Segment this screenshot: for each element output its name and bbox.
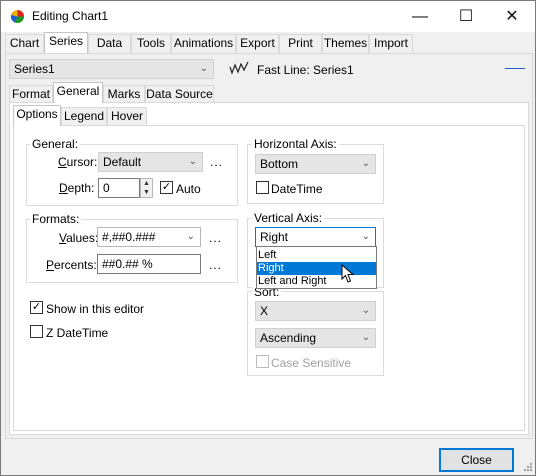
chevron-down-icon: ⌄ [361,305,370,316]
close-window-button[interactable]: ✕ [489,1,535,32]
values-label: Values: [59,231,99,245]
sort-order-value: Ascending [260,331,317,345]
sort-field-select[interactable]: X ⌄ [255,301,376,321]
mouse-pointer-icon [341,264,355,283]
vertical-axis-option-right[interactable]: Right [257,262,376,275]
case-sensitive-label: Case Sensitive [271,356,352,370]
title-bar: Editing Chart1 — ☐ ✕ [1,1,535,32]
spin-up-icon[interactable]: ▲ [141,179,152,188]
horizontal-datetime-label: DateTime [271,182,323,196]
show-in-editor-label: Show in this editor [46,302,145,316]
cursor-value: Default [103,155,142,169]
auto-label: Auto [176,182,201,196]
percents-ellipsis-button[interactable]: ... [209,258,222,272]
series-select-value: Series1 [14,62,55,76]
horizontal-axis-select[interactable]: Bottom ⌄ [255,154,376,174]
maximize-button[interactable]: ☐ [443,1,489,32]
cursor-select[interactable]: Default ⌄ [98,152,203,172]
close-button[interactable]: Close [439,448,514,472]
series-select[interactable]: Series1 ⌄ [9,59,214,79]
values-ellipsis-button[interactable]: ... [209,231,222,245]
show-in-editor-checkbox[interactable]: ✓ [30,301,43,314]
tab-animations[interactable]: Animations [171,34,236,53]
vertical-axis-option-left[interactable]: Left [257,249,376,262]
tab-data[interactable]: Data [88,34,131,53]
chevron-down-icon: ⌄ [188,156,197,167]
z-datetime-checkbox[interactable] [30,325,43,338]
depth-spinner[interactable]: ▲ ▼ [140,178,153,198]
vertical-axis-dropdown-list: Left Right Left and Right [256,246,377,289]
chevron-down-icon: ⌄ [199,63,208,74]
horizontal-axis-title: Horizontal Axis: [252,137,339,151]
percents-label: Percents: [46,258,97,272]
depth-input[interactable]: 0 [98,178,140,198]
chevron-down-icon: ⌄ [361,158,370,169]
depth-label: Depth: [59,181,95,195]
minimize-button[interactable]: — [397,1,443,32]
chevron-down-icon: ⌄ [186,231,195,242]
fast-line-series-icon [229,61,249,75]
tab-options[interactable]: Options [13,105,61,126]
formats-group-title: Formats: [30,212,82,226]
horizontal-datetime-checkbox[interactable] [256,181,269,194]
case-sensitive-checkbox [256,355,269,368]
general-group-title: General: [30,137,81,151]
values-format-select[interactable]: #,##0.### ⌄ [97,227,201,247]
auto-checkbox[interactable]: ✓ [160,181,173,194]
percents-format-input[interactable]: ##0.## % [97,254,201,274]
cursor-label: Cursor: [58,155,98,169]
tab-hover[interactable]: Hover [107,107,147,126]
tab-legend[interactable]: Legend [61,107,107,126]
vertical-axis-option-left-and-right[interactable]: Left and Right [257,275,376,288]
series-type-label: Fast Line: Series1 [257,63,354,77]
chevron-down-icon: ⌄ [361,332,370,343]
horizontal-axis-value: Bottom [260,157,299,171]
vertical-axis-title: Vertical Axis: [252,211,325,225]
window-title: Editing Chart1 [32,9,109,23]
vertical-axis-value: Right [260,230,289,244]
z-datetime-label: Z DateTime [46,326,109,340]
sort-order-select[interactable]: Ascending ⌄ [255,328,376,348]
tab-chart[interactable]: Chart [5,34,44,53]
tab-tools[interactable]: Tools [131,34,171,53]
cursor-ellipsis-button[interactable]: ... [210,155,223,169]
tab-themes[interactable]: Themes [322,34,369,53]
chevron-down-icon: ⌄ [361,231,370,242]
tab-series[interactable]: Series [44,32,88,53]
editor-window: Editing Chart1 — ☐ ✕ Chart Series Data T… [0,0,536,476]
tab-print[interactable]: Print [279,34,322,53]
values-format-value: #,##0.### [102,230,156,244]
series-color-line [505,68,525,69]
tab-import[interactable]: Import [369,34,413,53]
tab-general[interactable]: General [53,82,103,103]
resize-grip-icon[interactable] [521,462,533,474]
spin-down-icon[interactable]: ▼ [141,188,152,197]
sort-field-value: X [260,304,269,318]
vertical-axis-select[interactable]: Right ⌄ [255,227,376,247]
teechart-logo-icon [10,10,24,23]
tab-export[interactable]: Export [236,34,279,53]
